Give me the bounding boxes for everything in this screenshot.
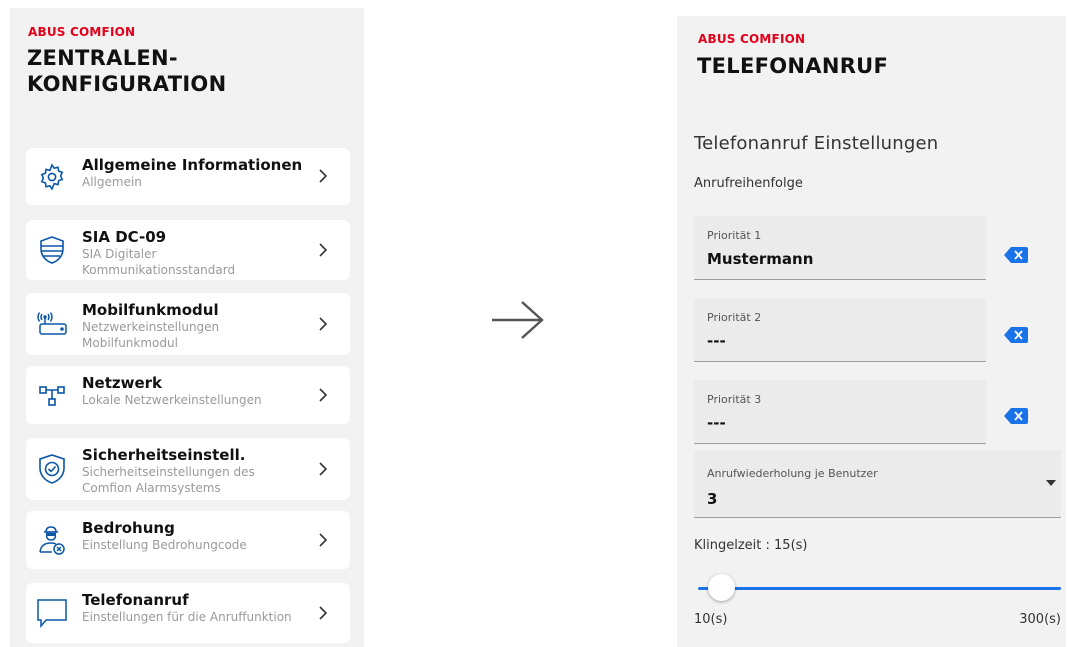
menu-item-netzwerk[interactable]: Netzwerk Lokale Netzwerkeinstellungen: [26, 366, 350, 424]
slider-min-label: 10(s): [694, 612, 728, 627]
call-order-heading: Anrufreihenfolge: [694, 176, 803, 191]
call-repeat-dropdown[interactable]: Anrufwiederholung je Benutzer 3: [694, 450, 1061, 518]
field-label: Anrufwiederholung je Benutzer: [707, 467, 878, 480]
slider-thumb[interactable]: [707, 574, 735, 601]
chat-bubble-icon: [36, 597, 68, 629]
clear-priority-2-button[interactable]: [1003, 326, 1029, 344]
menu-item-title: Bedrohung: [82, 519, 175, 537]
brand-label: ABUS COMFION: [28, 25, 136, 39]
menu-item-subtitle: Lokale Netzwerkeinstellungen: [82, 393, 262, 407]
menu-item-subtitle: Einstellungen für die Anruffunktion: [82, 610, 292, 624]
menu-item-subtitle: Einstellung Bedrohungcode: [82, 538, 247, 552]
menu-item-title: Telefonanruf: [82, 591, 189, 609]
menu-item-title: Netzwerk: [82, 374, 163, 392]
chevron-right-icon: [319, 462, 328, 476]
menu-item-subtitle: SIA Digitaler Kommunikationsstandard: [82, 247, 236, 277]
field-value: Mustermann: [707, 250, 814, 268]
menu-item-telefonanruf[interactable]: Telefonanruf Einstellungen für die Anruf…: [26, 583, 350, 643]
page-title: TELEFONANRUF: [697, 54, 889, 78]
menu-item-title: Sicherheitseinstell.: [82, 446, 246, 464]
field-label: Priorität 1: [707, 229, 762, 242]
field-value: ---: [707, 414, 726, 432]
cellular-module-icon: [36, 308, 68, 340]
shield-check-icon: [36, 453, 68, 485]
field-value: 3: [707, 490, 718, 508]
menu-item-allgemeine-informationen[interactable]: Allgemeine Informationen Allgemein: [26, 148, 350, 205]
field-label: Priorität 2: [707, 311, 762, 324]
menu-item-mobilfunkmodul[interactable]: Mobilfunkmodul Netzwerkeinstellungen Mob…: [26, 293, 350, 355]
menu-item-subtitle: Sicherheitseinstellungen des Comfion Ala…: [82, 465, 255, 495]
menu-item-sia-dc-09[interactable]: SIA DC-09 SIA Digitaler Kommunikationsst…: [26, 220, 350, 280]
chevron-right-icon: [319, 533, 328, 547]
network-icon: [36, 379, 68, 411]
chevron-right-icon: [319, 388, 328, 402]
priority-3-field[interactable]: Priorität 3 ---: [694, 380, 986, 444]
telefonanruf-screen: ABUS COMFION TELEFONANRUF Telefonanruf E…: [677, 16, 1066, 647]
zentralen-konfiguration-screen: ABUS COMFION ZENTRALEN- KONFIGURATION Al…: [10, 8, 364, 647]
clear-priority-3-button[interactable]: [1003, 407, 1029, 425]
menu-item-subtitle: Netzwerkeinstellungen Mobilfunkmodul: [82, 320, 220, 350]
threat-user-icon: [36, 524, 68, 556]
ring-time-slider[interactable]: [694, 574, 1061, 601]
chevron-right-icon: [319, 317, 328, 331]
field-label: Priorität 3: [707, 393, 762, 406]
menu-item-title: Mobilfunkmodul: [82, 301, 219, 319]
menu-item-subtitle: Allgemein: [82, 175, 142, 189]
ring-time-label: Klingelzeit : 15(s): [694, 538, 808, 553]
chevron-right-icon: [319, 243, 328, 257]
priority-2-field[interactable]: Priorität 2 ---: [694, 298, 986, 362]
menu-item-bedrohung[interactable]: Bedrohung Einstellung Bedrohungcode: [26, 511, 350, 569]
slider-track[interactable]: [698, 587, 1061, 590]
slider-max-label: 300(s): [1019, 612, 1061, 627]
section-heading: Telefonanruf Einstellungen: [694, 133, 939, 154]
chevron-right-icon: [319, 169, 328, 183]
clear-priority-1-button[interactable]: [1003, 246, 1029, 264]
field-value: ---: [707, 332, 726, 350]
priority-1-field[interactable]: Priorität 1 Mustermann: [694, 216, 986, 280]
chevron-right-icon: [319, 606, 328, 620]
menu-item-title: SIA DC-09: [82, 228, 167, 246]
gear-icon: [36, 161, 68, 193]
arrow-right-icon: [492, 301, 544, 339]
menu-item-title: Allgemeine Informationen: [82, 156, 303, 174]
menu-item-sicherheitseinstellungen[interactable]: Sicherheitseinstell. Sicherheitseinstell…: [26, 438, 350, 500]
dropdown-caret-icon: [1046, 480, 1056, 486]
shield-icon: [36, 234, 68, 266]
page-title: ZENTRALEN- KONFIGURATION: [27, 46, 227, 96]
brand-label: ABUS COMFION: [698, 32, 806, 46]
